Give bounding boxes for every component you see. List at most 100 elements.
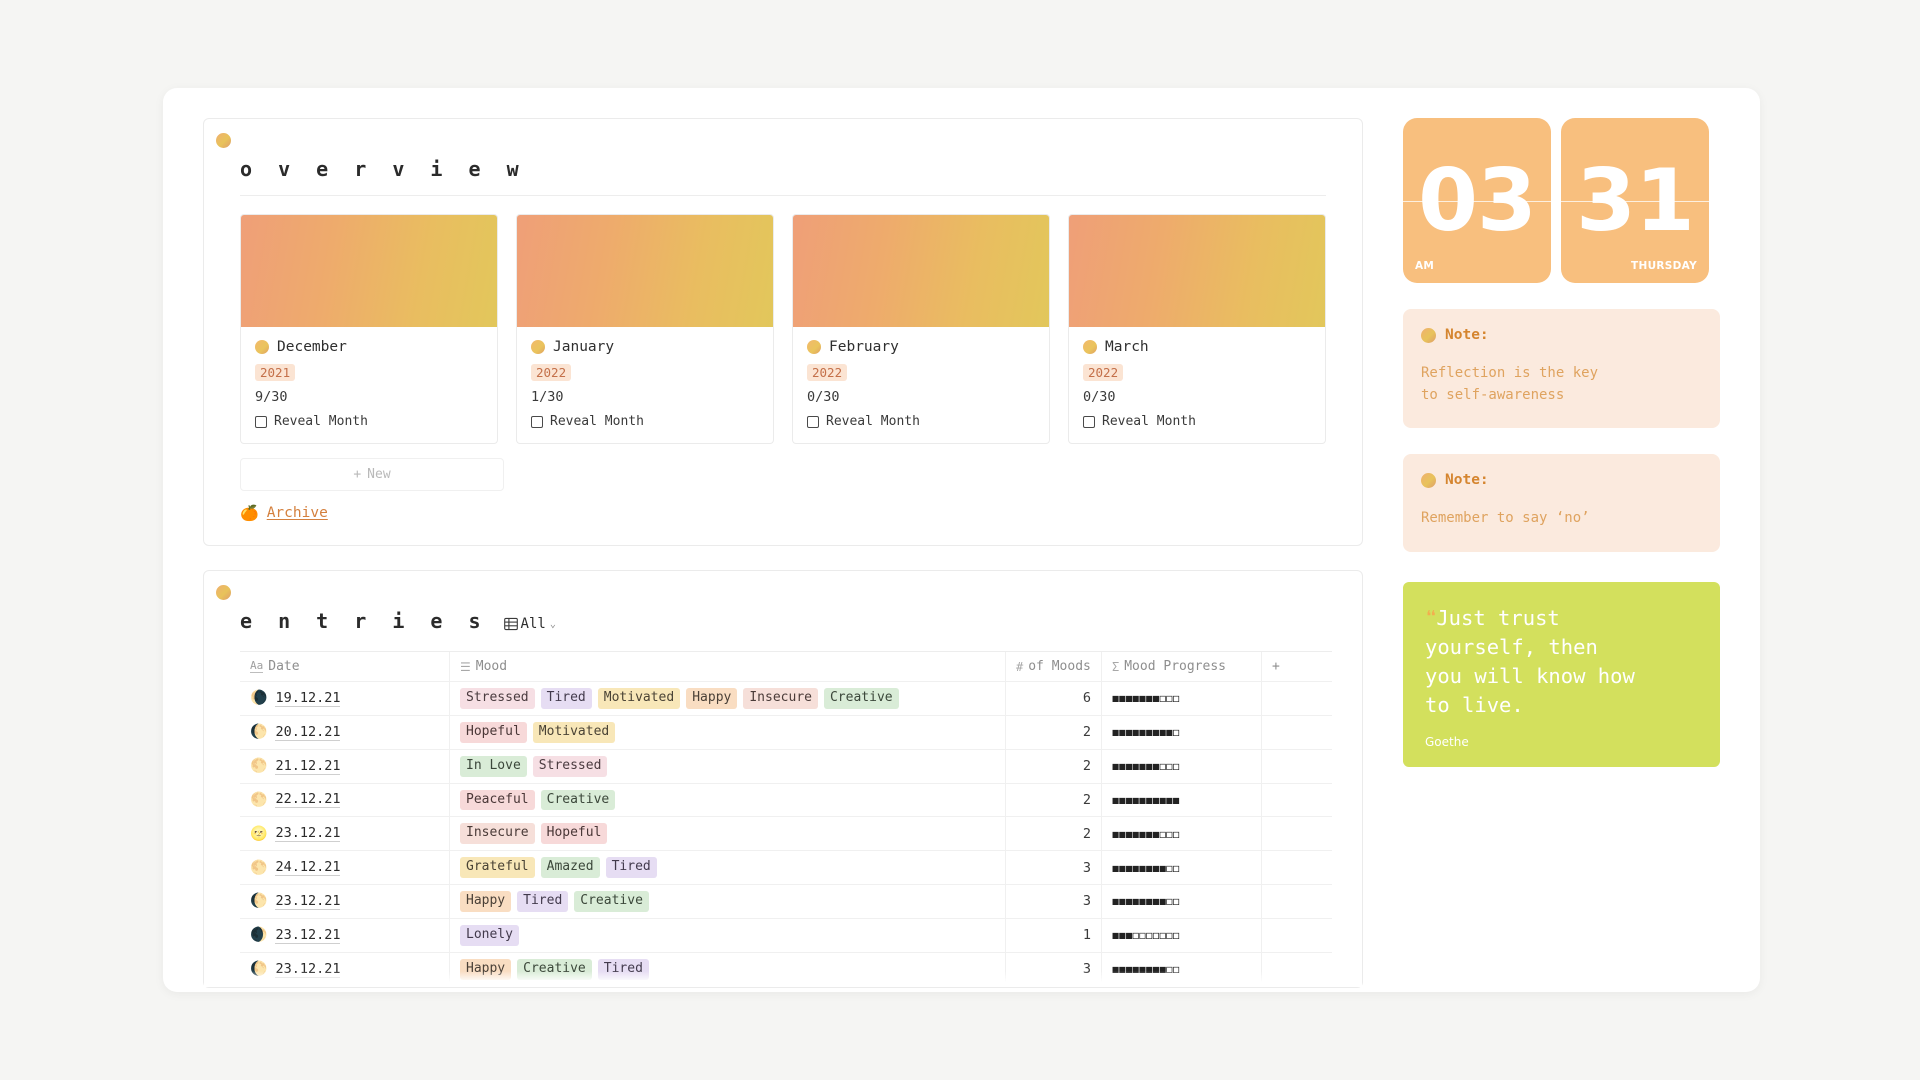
flip-clock-hour-panel: 03 AM: [1403, 118, 1551, 283]
year-badge: 2022: [531, 364, 572, 381]
cell-moods[interactable]: Lonely: [450, 918, 1006, 952]
cell-date[interactable]: 🌘 19.12.21: [240, 682, 450, 715]
cell-moods[interactable]: Stressed Tired Motivated Happy Insecure Creat…: [450, 682, 1006, 715]
cell-date[interactable]: 🌔 23.12.21: [240, 885, 450, 918]
quote-text-wrap: ❝Just trust yourself, then you will know…: [1425, 604, 1698, 720]
cell-mood-count[interactable]: 2: [1006, 817, 1102, 851]
cell-moods[interactable]: Happy Tired Creative: [450, 885, 1006, 918]
cell-date[interactable]: 🌕 21.12.21: [240, 749, 450, 783]
checkbox-icon[interactable]: [1083, 415, 1095, 428]
date-link[interactable]: 23.12.21: [275, 893, 341, 910]
archive-row[interactable]: 🍊 Archive: [204, 491, 1362, 545]
month-card[interactable]: March 2022 0/30 Reveal Month: [1068, 214, 1326, 444]
column-header-num-moods[interactable]: # of Moods: [1006, 652, 1102, 681]
reveal-month-label: Reveal Month: [1102, 414, 1196, 429]
table-row[interactable]: 🌘 19.12.21 Stressed Tired Motivated Happy Inse…: [240, 682, 1332, 716]
progress-bar: ◼◼◼◼◼◼◼◼◻◻: [1112, 860, 1180, 875]
month-card-list: December 2021 9/30 Reveal Month January …: [204, 196, 1362, 444]
checkbox-icon[interactable]: [531, 415, 543, 428]
table-row[interactable]: 🌕 21.12.21 In Love Stressed 2 ◼◼◼◼◼◼◼◻◻◻: [240, 749, 1332, 784]
cell-mood-count[interactable]: 2: [1006, 749, 1102, 783]
cell-date[interactable]: 🌒 23.12.21: [240, 918, 450, 952]
cell-mood-progress[interactable]: ◼◼◼◼◼◼◼◻◻◻: [1102, 682, 1262, 715]
table-row[interactable]: 🌔 23.12.21 Happy Tired Creative 3 ◼◼◼◼◼◼◼◼◻◻: [240, 885, 1332, 919]
cell-mood-count[interactable]: 2: [1006, 715, 1102, 749]
column-header-label: Mood Progress: [1124, 659, 1226, 674]
cell-mood-progress[interactable]: ◼◼◼◼◼◼◼◻◻◻: [1102, 749, 1262, 783]
date-link[interactable]: 24.12.21: [275, 859, 341, 877]
page-title: o v e r v i e w: [240, 157, 526, 181]
cell-moods[interactable]: Happy Creative Tired: [450, 952, 1006, 986]
cell-date[interactable]: 🌝 23.12.21: [240, 817, 450, 851]
cell-moods[interactable]: In Love Stressed: [450, 749, 1006, 783]
cell-mood-progress[interactable]: ◼◼◼◼◼◼◼◼◼◻: [1102, 715, 1262, 749]
cell-moods[interactable]: Peaceful Creative: [450, 783, 1006, 817]
cell-date[interactable]: 🌕 24.12.21: [240, 851, 450, 885]
new-month-button[interactable]: + New: [240, 458, 504, 491]
date-link[interactable]: 21.12.21: [275, 758, 341, 775]
cell-date[interactable]: 🌕 22.12.21: [240, 783, 450, 817]
table-row[interactable]: 🌔 23.12.21 Happy Creative Tired 3 ◼◼◼◼◼◼◼◼◻◻: [240, 952, 1332, 987]
column-header-mood[interactable]: ☰ Mood: [450, 652, 1006, 681]
date-link[interactable]: 23.12.21: [275, 927, 341, 944]
date-link[interactable]: 22.12.21: [275, 791, 341, 809]
column-header-mood-progress[interactable]: Σ Mood Progress: [1102, 652, 1262, 681]
reveal-month-checkbox-row[interactable]: Reveal Month: [255, 414, 483, 429]
cell-moods[interactable]: Grateful Amazed Tired: [450, 851, 1006, 885]
date-link[interactable]: 23.12.21: [275, 825, 341, 843]
cell-mood-progress[interactable]: ◼◼◼◼◼◼◼◼◻◻: [1102, 952, 1262, 986]
quote-text: Just trust yourself, then you will know …: [1425, 606, 1635, 718]
cell-moods[interactable]: Hopeful Motivated: [450, 715, 1006, 749]
hash-icon: #: [1016, 659, 1024, 674]
cell-mood-progress[interactable]: ◼◼◼◼◼◼◼◼◻◻: [1102, 885, 1262, 918]
reveal-month-checkbox-row[interactable]: Reveal Month: [531, 414, 759, 429]
note-card[interactable]: Note: Remember to say ‘no’: [1403, 454, 1720, 553]
column-header-label: Mood: [475, 659, 508, 674]
view-selector-all[interactable]: All ⌄: [503, 616, 556, 633]
archive-link[interactable]: Archive: [267, 505, 328, 521]
sigma-icon: Σ: [1112, 659, 1120, 674]
table-row[interactable]: 🌒 23.12.21 Lonely 1 ◼◼◼◻◻◻◻◻◻◻: [240, 918, 1332, 953]
date-link[interactable]: 23.12.21: [275, 961, 341, 978]
moon-phase-icon: 🌔: [250, 961, 268, 978]
moon-phase-icon: 🌕: [250, 859, 268, 876]
cell-mood-progress[interactable]: ◼◼◼◼◼◼◼◼◻◻: [1102, 851, 1262, 885]
checkbox-icon[interactable]: [255, 415, 267, 428]
table-row[interactable]: 🌔 20.12.21 Hopeful Motivated 2 ◼◼◼◼◼◼◼◼◼◻: [240, 715, 1332, 750]
month-name: January: [553, 339, 615, 355]
add-column-button[interactable]: +: [1262, 652, 1332, 681]
table-row[interactable]: 🌕 24.12.21 Grateful Amazed Tired 3 ◼◼◼◼◼◼◼◼◻◻: [240, 851, 1332, 886]
clock-meridiem: AM: [1415, 260, 1435, 272]
flip-clock-day-panel: 31 THURSDAY: [1561, 118, 1709, 283]
reveal-month-checkbox-row[interactable]: Reveal Month: [1083, 414, 1311, 429]
cell-mood-count[interactable]: 1: [1006, 918, 1102, 952]
month-card[interactable]: January 2022 1/30 Reveal Month: [516, 214, 774, 444]
cell-mood-count[interactable]: 3: [1006, 885, 1102, 918]
cell-mood-progress[interactable]: ◼◼◼◻◻◻◻◻◻◻: [1102, 918, 1262, 952]
cell-date[interactable]: 🌔 20.12.21: [240, 715, 450, 749]
month-card[interactable]: December 2021 9/30 Reveal Month: [240, 214, 498, 444]
mood-tag: Amazed: [540, 857, 600, 879]
cell-mood-count[interactable]: 6: [1006, 682, 1102, 715]
mood-tag: In Love: [460, 755, 527, 777]
moon-phase-icon: 🌝: [250, 825, 268, 842]
reveal-month-checkbox-row[interactable]: Reveal Month: [807, 414, 1035, 429]
cell-mood-count[interactable]: 3: [1006, 952, 1102, 986]
date-link[interactable]: 19.12.21: [275, 690, 341, 707]
cell-mood-progress[interactable]: ◼◼◼◼◼◼◼◼◼◼: [1102, 783, 1262, 817]
table-row[interactable]: 🌕 22.12.21 Peaceful Creative 2 ◼◼◼◼◼◼◼◼◼◼: [240, 783, 1332, 818]
cell-mood-progress[interactable]: ◼◼◼◼◼◼◼◻◻◻: [1102, 817, 1262, 851]
cell-mood-count[interactable]: 3: [1006, 851, 1102, 885]
table-row[interactable]: 🌝 23.12.21 Insecure Hopeful 2 ◼◼◼◼◼◼◼◻◻◻: [240, 817, 1332, 852]
table-header-row: Aa Date ☰ Mood # of Moods Σ Mood Progres…: [240, 652, 1332, 682]
checkbox-icon[interactable]: [807, 415, 819, 428]
month-card[interactable]: February 2022 0/30 Reveal Month: [792, 214, 1050, 444]
date-link[interactable]: 20.12.21: [275, 724, 341, 741]
cell-date[interactable]: 🌔 23.12.21: [240, 952, 450, 986]
note-card[interactable]: Note: Reflection is the key to self-awar…: [1403, 309, 1720, 429]
month-count: 1/30: [531, 389, 564, 405]
clock-hour: 03: [1418, 150, 1537, 251]
cell-mood-count[interactable]: 2: [1006, 783, 1102, 817]
column-header-date[interactable]: Aa Date: [240, 652, 450, 681]
cell-moods[interactable]: Insecure Hopeful: [450, 817, 1006, 851]
